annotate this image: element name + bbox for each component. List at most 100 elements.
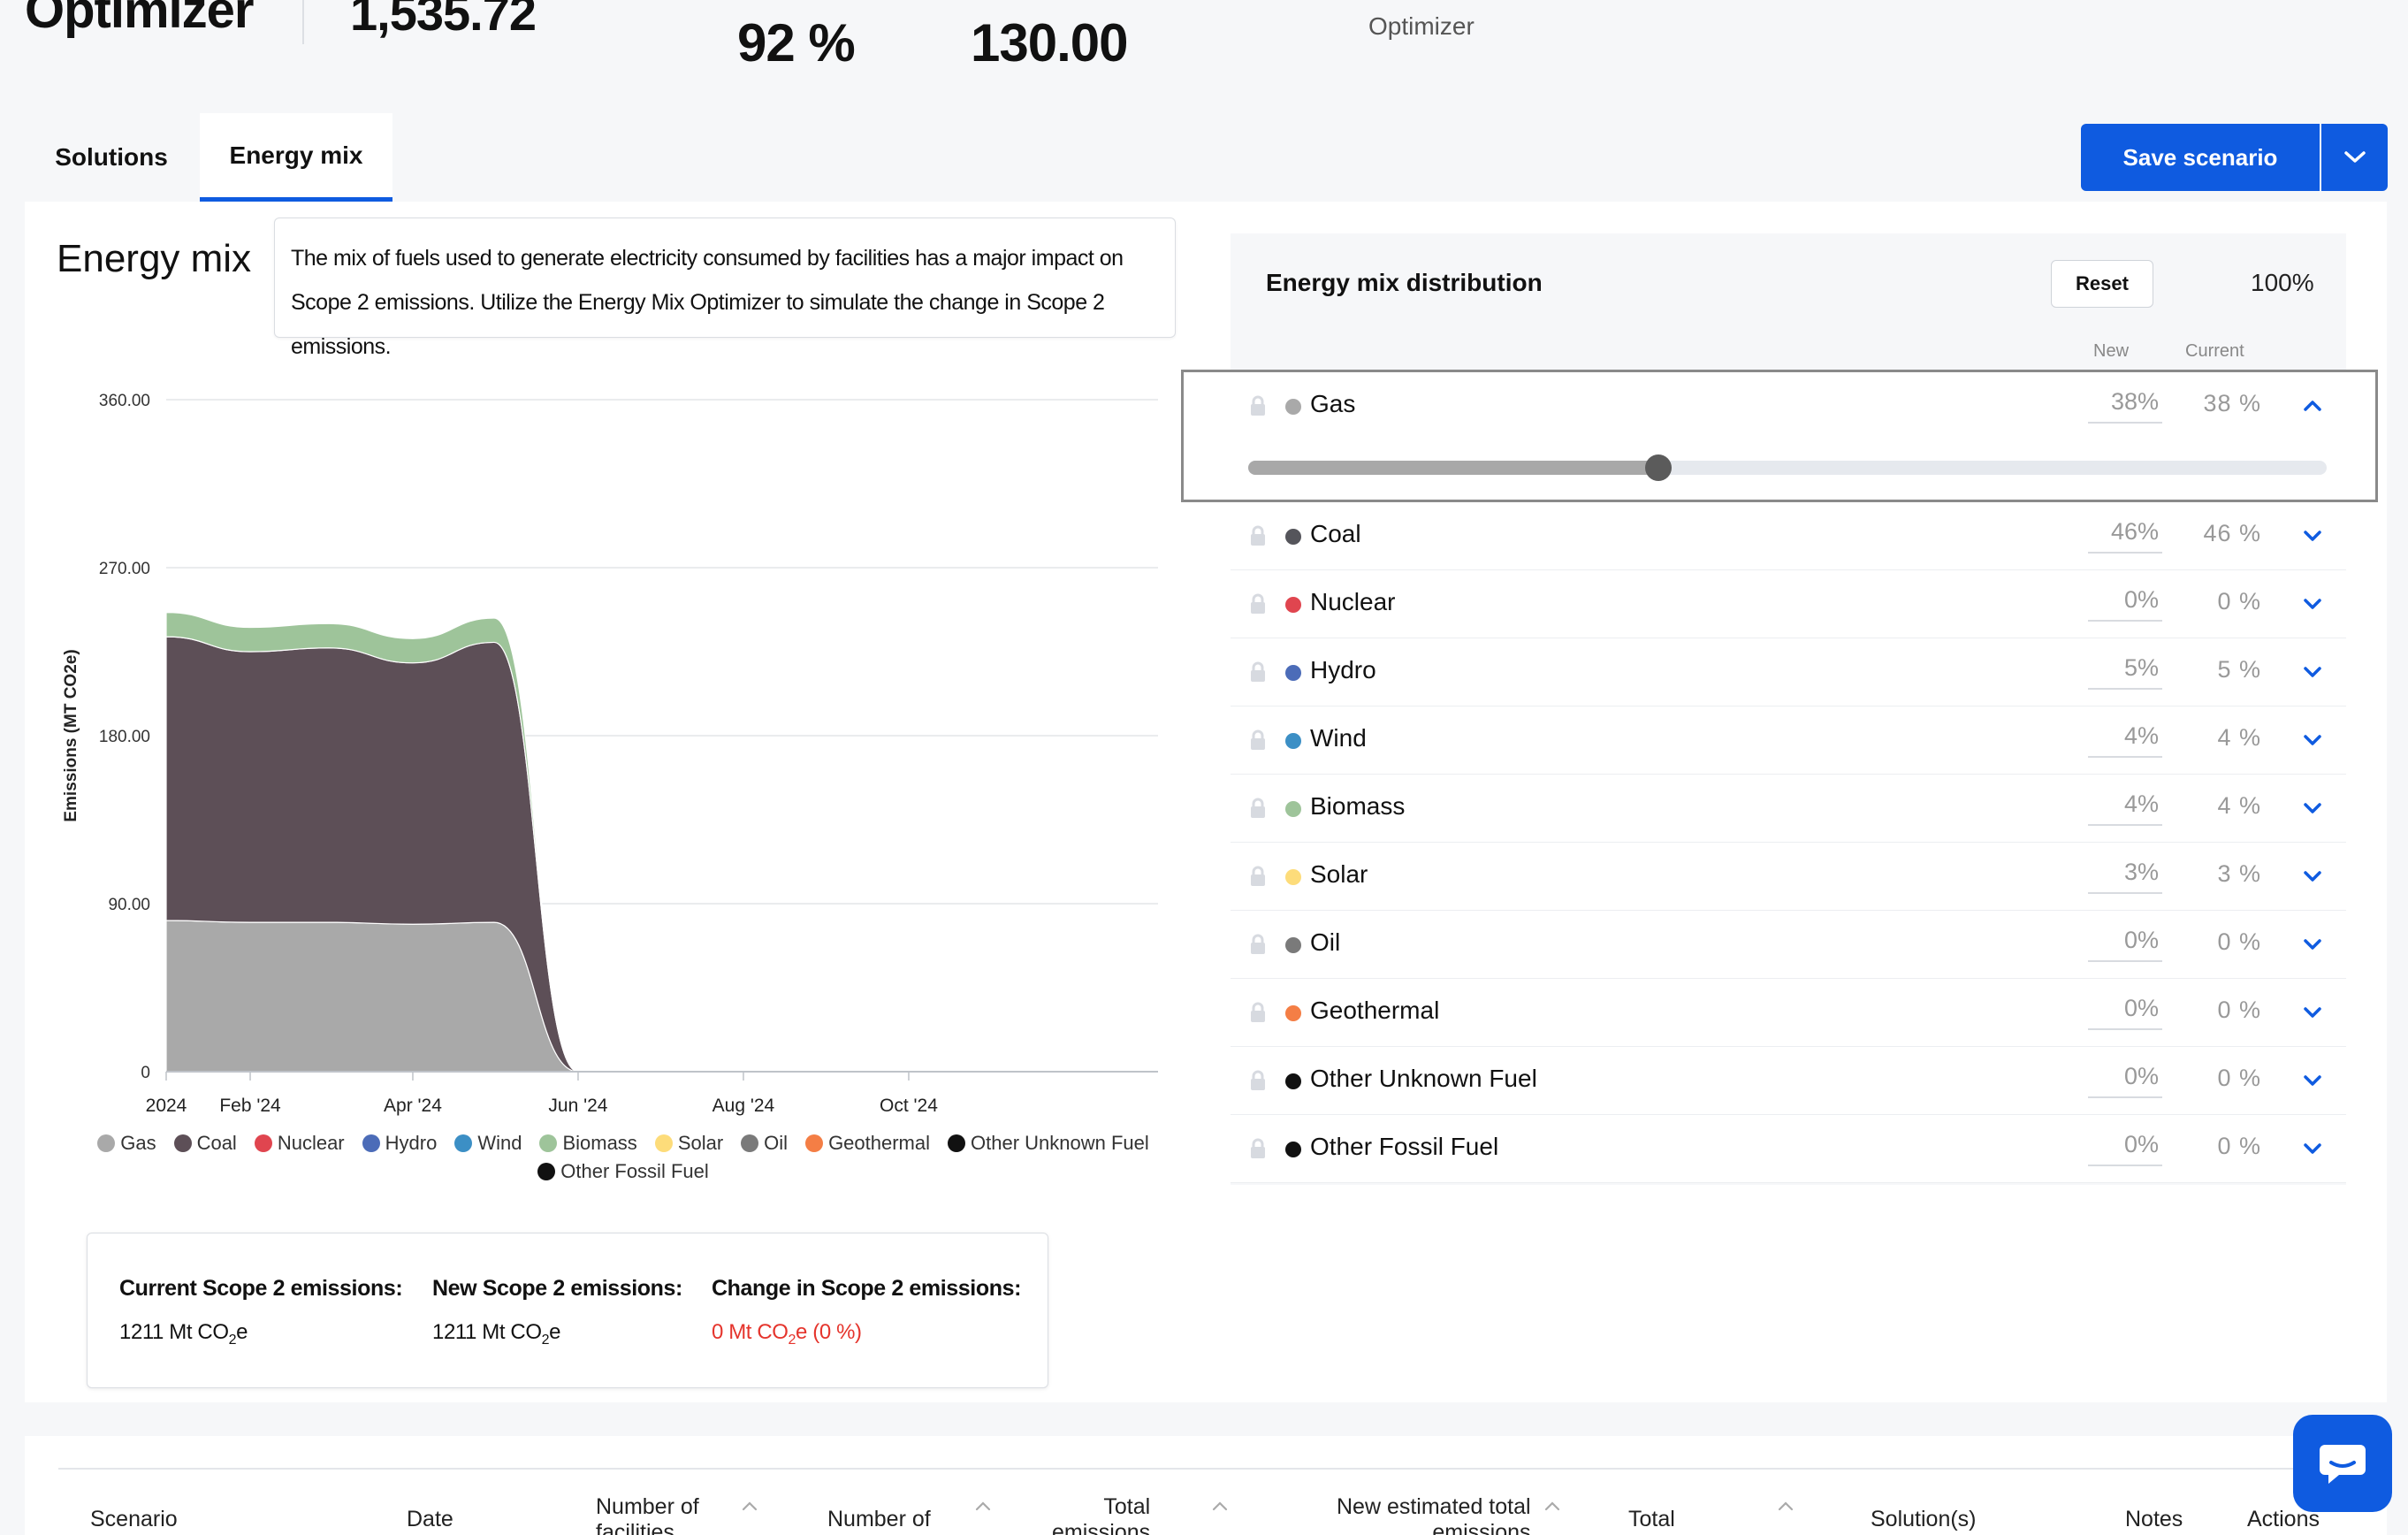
lock-icon[interactable] <box>1248 661 1268 683</box>
legend-item-other-unknown-fuel[interactable]: Other Unknown Fuel <box>948 1132 1149 1155</box>
current-percent: 46 % <box>2203 520 2261 546</box>
fuel-name: Hydro <box>1310 656 1376 683</box>
chevron-down-icon[interactable] <box>2300 1000 2325 1025</box>
sort-icon[interactable] <box>741 1500 758 1511</box>
legend-swatch <box>454 1134 473 1152</box>
energy-row-other-fossil-fuel[interactable]: Other Fossil Fuel 0% 0 % <box>1231 1115 2346 1183</box>
legend-swatch <box>805 1134 824 1152</box>
new-percent-input[interactable]: 46% <box>2088 518 2162 554</box>
mix-slider-track[interactable] <box>1248 454 2327 481</box>
chevron-down-icon[interactable] <box>2300 1136 2325 1161</box>
current-percent: 0 % <box>2217 997 2261 1023</box>
legend-item-hydro[interactable]: Hydro <box>362 1132 437 1155</box>
lock-icon[interactable] <box>1248 395 1268 416</box>
column-header[interactable]: Total <box>1628 1507 1675 1532</box>
chat-bubble-icon <box>2320 1445 2366 1484</box>
save-scenario-button[interactable]: Save scenario <box>2081 124 2320 191</box>
energy-row-other-unknown-fuel[interactable]: Other Unknown Fuel 0% 0 % <box>1231 1047 2346 1115</box>
new-percent-input[interactable]: 4% <box>2088 722 2162 758</box>
lock-icon[interactable] <box>1248 729 1268 751</box>
legend-item-other-fossil-fuel[interactable]: Other Fossil Fuel <box>537 1160 709 1183</box>
new-percent-input[interactable]: 0% <box>2088 1063 2162 1098</box>
new-percent-input[interactable]: 5% <box>2088 654 2162 690</box>
legend-swatch <box>173 1134 192 1152</box>
new-percent-input[interactable]: 4% <box>2088 790 2162 826</box>
save-options-dropdown[interactable] <box>2321 124 2388 191</box>
mix-slider-handle[interactable] <box>1644 454 1672 481</box>
new-percent-input[interactable]: 3% <box>2088 859 2162 894</box>
sort-icon[interactable] <box>1777 1500 1795 1511</box>
legend-item-geothermal[interactable]: Geothermal <box>805 1132 930 1155</box>
fuel-name: Other Unknown Fuel <box>1310 1065 1537 1092</box>
lock-icon[interactable] <box>1248 798 1268 819</box>
fuel-color-dot <box>1285 665 1301 681</box>
sort-icon[interactable] <box>1543 1500 1561 1511</box>
chevron-down-icon[interactable] <box>2300 864 2325 889</box>
lock-icon[interactable] <box>1248 1138 1268 1159</box>
energy-row-gas[interactable]: Gas 38% 38 % <box>1181 370 2378 502</box>
lock-icon[interactable] <box>1248 1002 1268 1023</box>
fuel-name: Oil <box>1310 928 1341 956</box>
column-header[interactable]: Number of facilities <box>596 1494 699 1535</box>
legend-item-oil[interactable]: Oil <box>741 1132 788 1155</box>
emissions-area-chart: 0 90.00 180.00 270.00 360.00 Emissions (MT CO… <box>62 392 1158 1116</box>
energy-row-nuclear[interactable]: Nuclear 0% 0 % <box>1231 570 2346 638</box>
chevron-down-icon[interactable] <box>2300 932 2325 957</box>
chat-button[interactable] <box>2293 1415 2392 1512</box>
energy-row-wind[interactable]: Wind 4% 4 % <box>1231 706 2346 775</box>
reset-button[interactable]: Reset <box>2051 260 2153 308</box>
lock-icon[interactable] <box>1248 1070 1268 1091</box>
chevron-down-icon[interactable] <box>2300 728 2325 752</box>
column-header[interactable]: Date <box>407 1507 453 1532</box>
x-tick-label: Apr '24 <box>384 1096 442 1116</box>
energy-row-hydro[interactable]: Hydro 5% 5 % <box>1231 638 2346 706</box>
chevron-down-icon[interactable] <box>2300 796 2325 821</box>
legend-item-solar[interactable]: Solar <box>654 1132 723 1155</box>
energy-row-solar[interactable]: Solar 3% 3 % <box>1231 843 2346 911</box>
chevron-up-icon[interactable] <box>2300 393 2325 418</box>
lock-icon[interactable] <box>1248 934 1268 955</box>
column-header[interactable]: Solution(s) <box>1871 1507 1977 1532</box>
energy-row-geothermal[interactable]: Geothermal 0% 0 % <box>1231 979 2346 1047</box>
new-percent-input[interactable]: 38% <box>2088 388 2162 424</box>
chart-legend: Gas Coal Nuclear Hydro Wind Biomass Solar Oil Ge… <box>80 1132 1167 1183</box>
legend-item-wind[interactable]: Wind <box>454 1132 522 1155</box>
column-header[interactable]: Notes <box>2125 1507 2183 1532</box>
current-scope2-label: Current Scope 2 emissions: <box>119 1276 403 1301</box>
sort-icon[interactable] <box>1211 1500 1229 1511</box>
new-percent-input[interactable]: 0% <box>2088 995 2162 1030</box>
legend-item-gas[interactable]: Gas <box>97 1132 156 1155</box>
energy-row-oil[interactable]: Oil 0% 0 % <box>1231 911 2346 979</box>
new-percent-input[interactable]: 0% <box>2088 1131 2162 1166</box>
chevron-down-icon[interactable] <box>2300 660 2325 684</box>
chevron-down-icon[interactable] <box>2300 523 2325 548</box>
lock-icon[interactable] <box>1248 593 1268 615</box>
lock-icon[interactable] <box>1248 525 1268 546</box>
legend-swatch <box>254 1134 272 1152</box>
fuel-name: Coal <box>1310 520 1361 547</box>
legend-swatch <box>654 1134 673 1152</box>
new-percent-input[interactable]: 0% <box>2088 586 2162 622</box>
column-header[interactable]: New estimated total emissions <box>1337 1494 1531 1535</box>
column-header[interactable]: Total emissions <box>1052 1494 1150 1535</box>
column-new-header: New <box>2093 341 2130 361</box>
legend-item-coal[interactable]: Coal <box>173 1132 237 1155</box>
column-header[interactable]: Scenario <box>90 1507 178 1532</box>
chevron-down-icon[interactable] <box>2300 1068 2325 1093</box>
legend-swatch <box>97 1134 116 1152</box>
x-tick-label: 2024 <box>146 1096 187 1116</box>
optimizer-note: Optimizer <box>1368 12 1475 40</box>
lock-icon[interactable] <box>1248 866 1268 887</box>
current-percent: 38 % <box>2203 390 2261 416</box>
fuel-color-dot <box>1285 1142 1301 1157</box>
chevron-down-icon[interactable] <box>2300 592 2325 616</box>
column-header[interactable]: Number of <box>827 1507 931 1532</box>
fuel-color-dot <box>1285 937 1301 953</box>
energy-row-coal[interactable]: Coal 46% 46 % <box>1231 502 2346 570</box>
legend-item-biomass[interactable]: Biomass <box>539 1132 637 1155</box>
new-percent-input[interactable]: 0% <box>2088 927 2162 962</box>
legend-item-nuclear[interactable]: Nuclear <box>254 1132 345 1155</box>
sort-icon[interactable] <box>974 1500 992 1511</box>
fuel-name: Other Fossil Fuel <box>1310 1133 1499 1160</box>
energy-row-biomass[interactable]: Biomass 4% 4 % <box>1231 775 2346 843</box>
